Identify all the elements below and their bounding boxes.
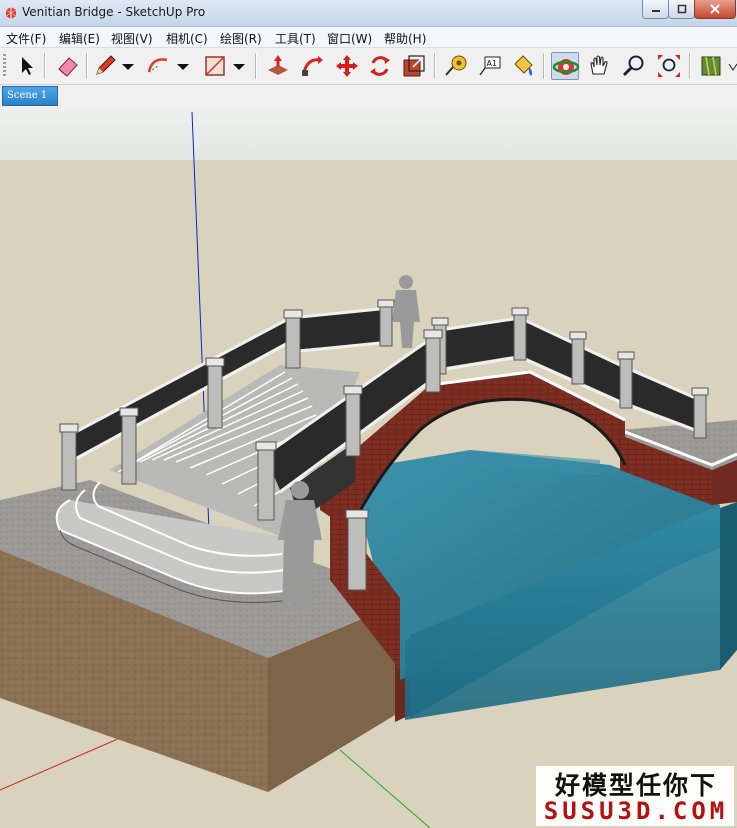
follow-me-icon [302,56,323,76]
menu-help[interactable]: 帮助(H) [384,30,426,47]
tape-measure-icon [445,55,467,76]
chevron-down-icon [177,64,189,70]
eraser-tool-button[interactable] [54,52,82,80]
push-pull-tool-button[interactable] [264,52,292,80]
zoom-magnifier-icon [622,55,644,77]
menu-file[interactable]: 文件(F) [6,30,46,47]
minimize-button[interactable] [642,0,669,19]
svg-text:A1: A1 [487,59,498,68]
toolbar-separator [543,53,545,79]
pencil-icon [96,55,116,75]
menu-draw[interactable]: 绘图(R) [220,30,262,47]
tape-measure-tool-button[interactable] [442,52,470,80]
pan-tool-button[interactable] [585,52,613,80]
chevron-down-icon [122,64,134,70]
watermark-logo: 好模型任你下 SUSU3D.COM [536,766,734,826]
arc-dropdown-button[interactable] [174,52,192,80]
select-arrow-icon [22,57,33,75]
paint-bucket-icon [514,55,533,76]
window-title: Venitian Bridge - SketchUp Pro [22,5,206,19]
text-tool-button[interactable]: A1 [476,52,504,80]
watermark-site: SUSU3D.COM [543,797,729,825]
menu-view[interactable]: 视图(V) [111,30,153,47]
restore-icon [677,4,686,14]
rotate-tool-button[interactable] [366,52,394,80]
menu-tools[interactable]: 工具(T) [275,30,316,47]
toolbar-separator [44,53,46,79]
title-bar: Venitian Bridge - SketchUp Pro [0,0,737,27]
orbit-tool-button[interactable] [551,52,580,80]
move-icon [336,55,358,77]
toolbar-separator [434,53,436,79]
toolbar-separator [86,53,88,79]
main-toolbar: A1 [0,48,737,85]
close-icon [710,4,720,14]
maximize-button[interactable] [668,0,695,19]
chevron-down-icon [233,64,245,70]
next-view-button[interactable] [727,52,737,80]
model-viewport[interactable] [0,110,737,828]
rectangle-icon [205,56,225,76]
move-tool-button[interactable] [333,52,361,80]
rectangle-tool-button[interactable] [201,52,229,80]
toolbar-separator [689,53,691,79]
chevron-down-icon [728,63,737,71]
arc-tool-button[interactable] [144,52,172,80]
menu-edit[interactable]: 编辑(E) [59,30,100,47]
zoom-extents-icon [658,55,680,77]
menu-window[interactable]: 窗口(W) [327,30,372,47]
pan-hand-icon [590,55,608,75]
pencil-dropdown-button[interactable] [119,52,137,80]
push-pull-icon [268,55,288,75]
eraser-icon [58,57,78,77]
minimize-icon [651,10,660,12]
scale-tool-button[interactable] [400,52,428,80]
select-tool-button[interactable] [12,52,40,80]
toolbar-separator [255,53,257,79]
paint-bucket-tool-button[interactable] [509,52,537,80]
shape-dropdown-button[interactable] [230,52,248,80]
scene-tab-1[interactable]: Scene 1 [2,86,58,106]
map-view-icon [701,56,721,76]
zoom-extents-tool-button[interactable] [655,52,683,80]
scale-icon [403,55,425,77]
menu-camera[interactable]: 相机(C) [166,30,208,47]
previous-view-button[interactable] [697,52,725,80]
pencil-tool-button[interactable] [91,52,119,80]
text-label-icon: A1 [479,56,501,76]
zoom-tool-button[interactable] [620,52,648,80]
bridge-model-scene [0,110,737,828]
menu-bar: 文件(F) 编辑(E) 视图(V) 相机(C) 绘图(R) 工具(T) 窗口(W… [0,27,737,48]
rotate-icon [370,56,390,76]
scene-tab-bar: Scene 1 [0,85,737,110]
follow-me-tool-button[interactable] [298,52,326,80]
toolbar-grip[interactable] [3,54,6,78]
arc-icon [147,58,168,73]
sketchup-logo-icon [4,5,18,19]
close-button[interactable] [694,0,736,19]
orbit-icon [552,59,580,75]
